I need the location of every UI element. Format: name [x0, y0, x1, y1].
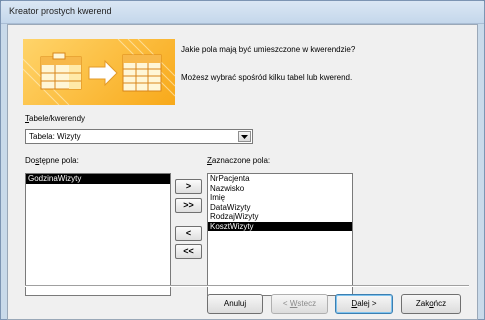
cancel-button[interactable]: Anuluj [207, 294, 263, 314]
list-item[interactable]: Imię [208, 193, 352, 203]
tables-label: Tabele/kwerendy [25, 114, 86, 123]
wizard-question: Jakie pola mają być umieszczone w kweren… [181, 45, 356, 54]
wizard-window: Kreator prostych kwerend Jakie pola mają… [0, 0, 485, 320]
back-button[interactable]: < Wstecz [271, 294, 328, 314]
list-item[interactable]: Nazwisko [208, 184, 352, 194]
tables-dropdown-value: Tabela: Wizyty [29, 132, 81, 141]
available-fields-list[interactable]: GodzinaWizyty [25, 173, 171, 296]
finish-button[interactable]: Zakończ [401, 294, 461, 314]
next-button[interactable]: Dalej > [335, 294, 393, 314]
remove-all-fields-button[interactable]: << [175, 244, 202, 259]
title-bar[interactable]: Kreator prostych kwerend [1, 1, 484, 24]
button-separator [25, 285, 469, 287]
list-item[interactable]: GodzinaWizyty [26, 174, 170, 184]
list-item[interactable]: DataWizyty [208, 203, 352, 213]
wizard-banner-graphic [23, 39, 175, 105]
available-fields-label: Dostępne pola: [25, 156, 79, 165]
remove-field-button[interactable]: < [175, 226, 202, 241]
window-title: Kreator prostych kwerend [9, 6, 112, 16]
add-all-fields-button[interactable]: >> [175, 198, 202, 213]
wizard-client-area: Jakie pola mają być umieszczone w kweren… [7, 24, 478, 320]
selected-fields-list[interactable]: NrPacjenta Nazwisko Imię DataWizyty Rodz… [207, 173, 353, 296]
selected-fields-label: Zaznaczone pola: [207, 156, 271, 165]
dropdown-button[interactable] [238, 131, 251, 142]
list-item[interactable]: RodzajWizyty [208, 212, 352, 222]
table-to-query-icon [23, 39, 175, 105]
add-field-button[interactable]: > [175, 179, 202, 194]
chevron-down-icon [241, 134, 248, 139]
wizard-hint: Możesz wybrać spośród kilku tabel lub kw… [181, 73, 353, 82]
list-item[interactable]: NrPacjenta [208, 174, 352, 184]
tables-dropdown[interactable]: Tabela: Wizyty [25, 129, 253, 144]
list-item[interactable]: KosztWizyty [208, 221, 352, 231]
